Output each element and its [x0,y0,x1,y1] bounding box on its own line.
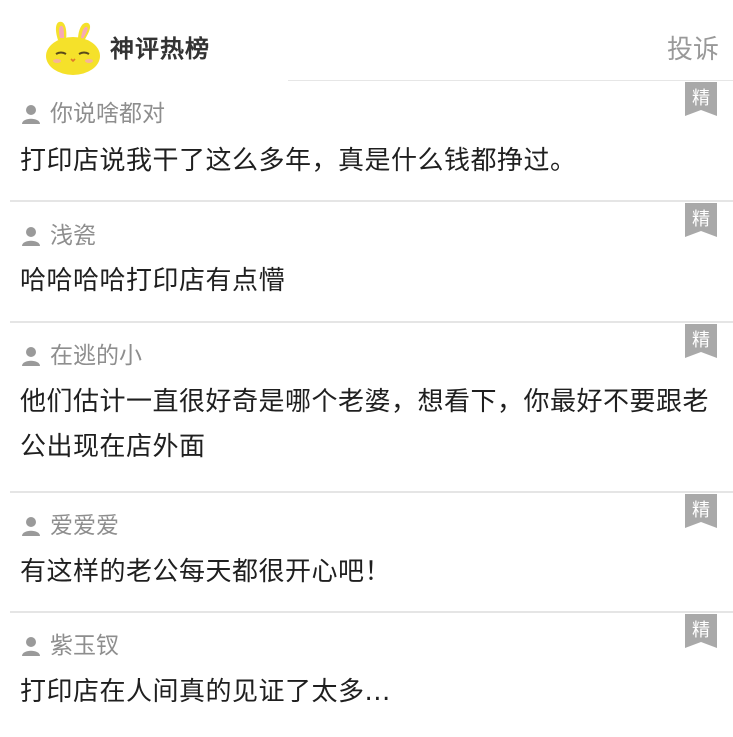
featured-badge-icon: 精 [685,203,717,237]
featured-badge-icon: 精 [685,494,717,528]
comment-author[interactable]: 爱爱爱 [22,511,119,541]
username: 浅瓷 [50,223,96,249]
svg-text:精: 精 [692,88,710,109]
user-icon [22,227,40,246]
report-button[interactable]: 投诉 [667,33,719,67]
divider [10,321,733,323]
username: 在逃的小 [50,343,142,369]
username: 爱爱爱 [50,513,119,539]
user-icon [22,637,40,656]
comment-author[interactable]: 你说啥都对 [22,99,165,129]
comment-text: 打印店在人间真的见证了太多... [20,677,391,707]
featured-badge-icon: 精 [685,324,717,358]
username: 你说啥都对 [50,101,165,127]
featured-badge-icon: 精 [685,614,717,648]
header-divider [288,80,733,81]
comment-author[interactable]: 在逃的小 [22,341,142,371]
divider [10,200,733,202]
svg-text:精: 精 [692,209,710,230]
username: 紫玉钗 [50,633,119,659]
divider [10,611,733,613]
page-title: 神评热榜 [110,35,210,63]
header: 神评热榜 投诉 [0,0,733,82]
mascot-logo-icon [46,21,100,75]
comment-author[interactable]: 浅瓷 [22,221,96,251]
divider [10,491,733,493]
user-icon [22,347,40,366]
comment-text: 他们估计一直很好奇是哪个老婆，想看下，你最好不要跟老公出现在店外面 [20,387,710,462]
comment-text: 有这样的老公每天都很开心吧！ [20,557,392,587]
comment-author[interactable]: 紫玉钗 [22,631,119,661]
user-icon [22,517,40,536]
comment-text: 哈哈哈哈打印店有点懵 [20,266,286,296]
comment-text: 打印店说我干了这么多年，真是什么钱都挣过。 [20,146,577,176]
svg-text:精: 精 [692,330,710,351]
user-icon [22,105,40,124]
svg-text:精: 精 [692,620,710,641]
featured-badge-icon: 精 [685,82,717,116]
svg-text:精: 精 [692,500,710,521]
